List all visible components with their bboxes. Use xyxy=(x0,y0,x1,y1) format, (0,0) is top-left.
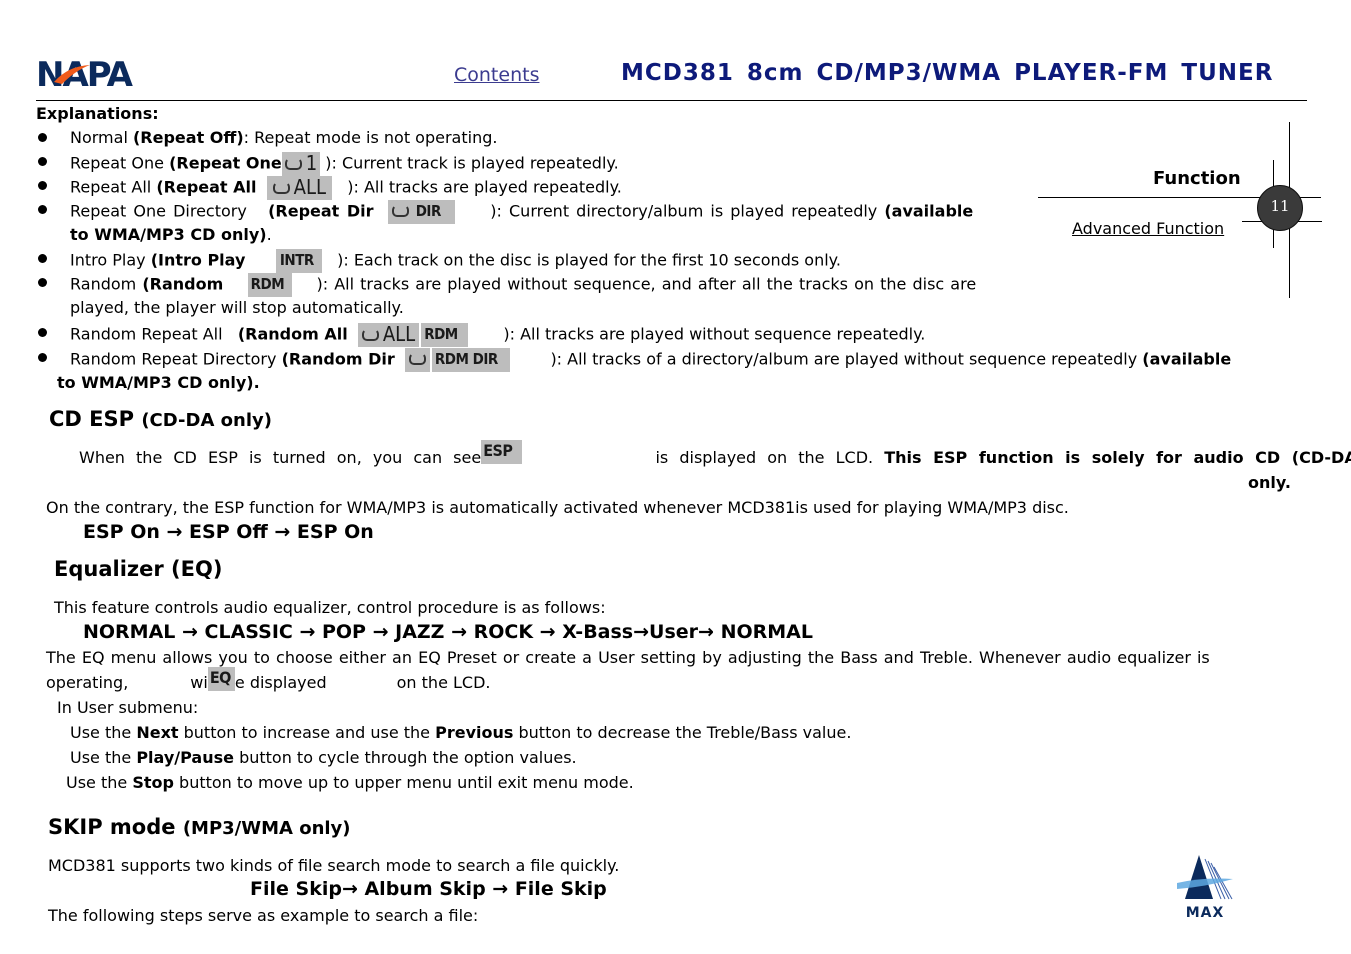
intro-lcd-icon: INTR xyxy=(275,249,322,273)
list-item-note: to WMA/MP3 CD only). xyxy=(57,373,260,392)
list-item: Normal (Repeat Off): Repeat mode is not … xyxy=(70,128,498,147)
section-label: Function xyxy=(1153,168,1241,189)
equalizer-paragraph: The EQ menu allows you to choose either … xyxy=(46,648,1210,667)
skip-mode-intro: MCD381 supports two kinds of file search… xyxy=(48,856,620,875)
list-item: Random (Random RDM ): All tracks are pla… xyxy=(70,273,976,297)
submenu-step: Use the Next button to increase and use … xyxy=(70,723,852,742)
bullet-icon xyxy=(38,205,47,214)
bullet-icon xyxy=(38,353,47,362)
list-item: Repeat All (Repeat All ALL ): All tracks… xyxy=(70,175,622,200)
repeat-icon xyxy=(272,181,290,194)
equalizer-intro: This feature controls audio equalizer, c… xyxy=(54,598,606,617)
napa-logo: NAPA xyxy=(36,56,136,90)
bullet-icon xyxy=(38,181,47,190)
random-dir-lcd-icon: RDM DIR xyxy=(431,348,510,372)
equalizer-paragraph-2: operating, wi EQ e displayed on the LCD. xyxy=(46,667,491,692)
list-item-note: to WMA/MP3 CD only). xyxy=(70,225,272,244)
eq-lcd-icon: EQ xyxy=(207,667,235,691)
skip-mode-heading: SKIP mode (MP3/WMA only) xyxy=(48,815,351,839)
list-item: Repeat One (Repeat One 1 ): Current track… xyxy=(70,151,619,176)
cd-esp-note: On the contrary, the ESP function for WM… xyxy=(46,498,1069,517)
bullet-icon xyxy=(38,157,47,166)
contents-link[interactable]: Contents xyxy=(454,64,539,86)
repeat-one-lcd-icon: 1 xyxy=(281,152,321,176)
svg-text:MAX: MAX xyxy=(1186,905,1225,919)
repeat-icon xyxy=(361,328,379,341)
user-submenu-heading: In User submenu: xyxy=(57,698,199,717)
random-lcd-icon: RDM xyxy=(247,273,293,297)
repeat-icon xyxy=(391,204,409,217)
list-item: Random Repeat Directory (Random Dir RDM … xyxy=(70,348,1231,372)
esp-flow: ESP On → ESP Off → ESP On xyxy=(83,521,374,543)
submenu-step: Use the Play/Pause button to cycle throu… xyxy=(70,748,577,767)
submenu-step: Use the Stop button to move up to upper … xyxy=(66,773,634,792)
list-item: Repeat One Directory (Repeat Dir DIR ): … xyxy=(70,200,973,224)
subsection-link[interactable]: Advanced Function xyxy=(1072,219,1224,238)
repeat-icon xyxy=(408,352,426,365)
explanations-heading: Explanations: xyxy=(36,104,159,123)
repeat-icon xyxy=(284,157,302,170)
eq-flow: NORMAL → CLASSIC → POP → JAZZ → ROCK → X… xyxy=(83,621,813,643)
cd-esp-paragraph-end: only. xyxy=(1248,473,1291,492)
cd-esp-heading: CD ESP (CD-DA only) xyxy=(49,407,272,431)
cd-esp-paragraph: When the CD ESP is turned on, you can se… xyxy=(79,440,1351,467)
repeat-all-lcd-icon: ALL xyxy=(357,323,420,347)
list-item: Intro Play (Intro Play INTR ): Each trac… xyxy=(70,249,841,273)
max-logo: MAX xyxy=(1177,855,1233,919)
bullet-icon xyxy=(38,133,47,142)
skip-mode-outro: The following steps serve as example to … xyxy=(48,906,479,925)
esp-lcd-icon: ESP xyxy=(481,440,523,464)
repeat-dir-symbol-icon xyxy=(387,200,413,224)
bullet-icon xyxy=(38,254,47,263)
repeat-dir-symbol-icon xyxy=(404,348,430,372)
list-item: Random Repeat All (Random All ALL RDM ): … xyxy=(70,322,926,347)
repeat-all-lcd-icon: ALL xyxy=(266,176,332,200)
header-rule xyxy=(36,100,1307,101)
page-number-badge: 11 xyxy=(1257,185,1303,231)
bullet-icon xyxy=(38,278,47,287)
dir-lcd-icon: DIR xyxy=(412,200,455,224)
equalizer-heading: Equalizer (EQ) xyxy=(54,557,223,581)
svg-text:NAPA: NAPA xyxy=(36,56,134,90)
list-item-continuation: played, the player will stop automatical… xyxy=(70,298,404,317)
document-title: MCD381 8cm CD/MP3/WMA PLAYER-FM TUNER xyxy=(621,60,1274,86)
bullet-icon xyxy=(38,328,47,337)
random-lcd-icon: RDM xyxy=(421,323,468,347)
skip-flow: File Skip→ Album Skip → File Skip xyxy=(250,878,607,900)
